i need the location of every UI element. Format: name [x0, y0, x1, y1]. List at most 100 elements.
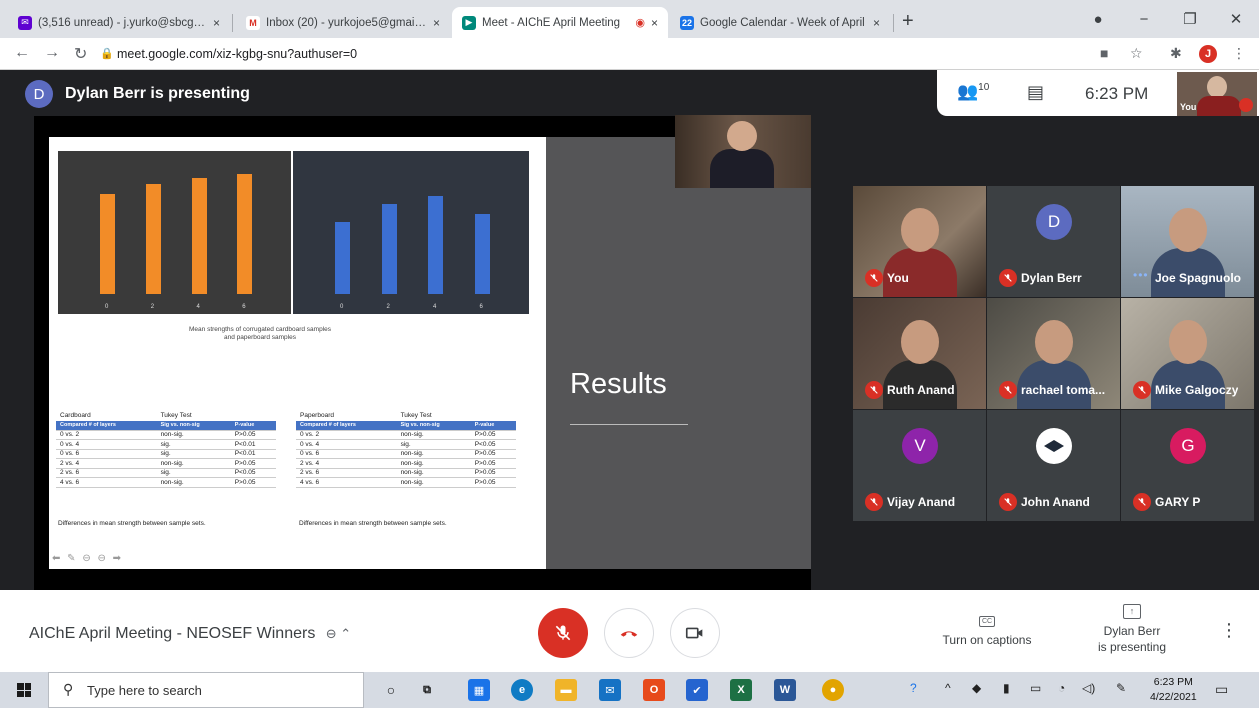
self-view-thumbnail[interactable]: You [1177, 72, 1257, 116]
captions-icon: CC [978, 616, 996, 627]
window-controls: ● − ❐ ✕ [1075, 0, 1259, 38]
slide-navigation-tools[interactable]: ⬅ ✎ ⊖ ⊖ ➡ [52, 553, 123, 564]
meeting-controls-bar: AIChE April Meeting - NEOSEF Winners ⊖ ⌃… [0, 590, 1259, 672]
tab-google-calendar[interactable]: 22 Google Calendar - Week of April × [670, 7, 890, 38]
chart-x-tick: 0 [340, 304, 344, 310]
participant-tile[interactable]: John Anand [987, 410, 1120, 521]
show-hidden-icons[interactable]: ^ [945, 681, 951, 695]
profile-avatar[interactable]: J [1199, 45, 1217, 63]
chart-bar [381, 203, 397, 294]
battery-tray-icon[interactable]: ▭ [1030, 681, 1041, 695]
muted-mic-icon [999, 381, 1017, 399]
table-header[interactable]: P-value [470, 420, 516, 431]
defender-tray-icon[interactable]: ◆ [972, 681, 981, 695]
participant-tile[interactable]: V Vijay Anand [853, 410, 986, 521]
close-window-button[interactable]: ✕ [1213, 10, 1259, 28]
edge-browser-icon[interactable]: e [511, 679, 533, 701]
url-field[interactable]: meet.google.com/xiz-kgbg-snu?authuser=0 [117, 47, 357, 61]
minimize-button[interactable]: − [1121, 11, 1167, 28]
more-options-icon[interactable]: ⋮ [1220, 620, 1238, 641]
people-button[interactable]: 👥10 [957, 82, 989, 102]
mail-app-icon[interactable]: ✉ [599, 679, 621, 701]
extensions-icon[interactable]: ✱ [1170, 45, 1182, 62]
participant-tile[interactable]: ••• Joe Spagnuolo [1121, 186, 1254, 297]
pen-tray-icon[interactable]: ✎ [1116, 681, 1126, 695]
browser-menu-icon[interactable]: ⋮ [1232, 45, 1246, 62]
participant-tile[interactable]: G GARY P [1121, 410, 1254, 521]
mic-tray-icon[interactable]: ▮ [1003, 681, 1010, 695]
word-icon[interactable]: W [774, 679, 796, 701]
table-cell: 0 vs. 4 [56, 439, 157, 450]
todo-icon[interactable]: ✔ [686, 679, 708, 701]
reload-icon[interactable]: ↻ [74, 44, 87, 64]
leave-call-button[interactable] [604, 608, 654, 658]
participant-tile[interactable]: Ruth Anand [853, 298, 986, 409]
volume-tray-icon[interactable]: ◁) [1082, 681, 1095, 695]
back-icon[interactable]: ← [14, 44, 30, 62]
participant-name: You [887, 271, 909, 285]
table-cell: non-sig. [156, 477, 231, 488]
table-row: 4 vs. 6 non-sig. P>0.05 [296, 477, 516, 488]
participant-tile[interactable]: You [853, 186, 986, 297]
close-tab-icon[interactable]: × [433, 16, 440, 30]
taskbar-clock[interactable]: 6:23 PM 4/22/2021 [1150, 675, 1197, 704]
forward-icon[interactable]: → [44, 44, 60, 62]
table-header[interactable]: Compared # of layers [56, 420, 157, 431]
table-header[interactable]: Sig vs. non-sig [396, 420, 471, 431]
participant-tile[interactable]: D Dylan Berr [987, 186, 1120, 297]
file-explorer-icon[interactable]: ▬ [555, 679, 577, 701]
tab-title: Google Calendar - Week of April [700, 16, 865, 29]
lock-icon[interactable]: 🔒 [100, 47, 114, 60]
participant-tile[interactable]: rachael toma... [987, 298, 1120, 409]
chat-icon[interactable]: ▤ [1027, 82, 1044, 103]
meeting-details[interactable]: AIChE April Meeting - NEOSEF Winners ⊖ ⌃ [29, 625, 351, 643]
windows-start-icon[interactable] [17, 683, 31, 697]
muted-mic-icon [1239, 98, 1253, 112]
table-row: 2 vs. 6 non-sig. P>0.05 [296, 468, 516, 478]
bookmark-star-icon[interactable]: ☆ [1130, 45, 1143, 62]
table-header[interactable]: P-value [230, 420, 276, 431]
taskbar-search-box[interactable]: ⚲ Type here to search [48, 672, 364, 708]
close-tab-icon[interactable]: × [873, 16, 880, 30]
participant-tile[interactable]: Mike Galgoczy [1121, 298, 1254, 409]
table-header[interactable]: Sig vs. non-sig [156, 420, 231, 431]
people-icon: 👥 [957, 82, 979, 101]
close-tab-icon[interactable]: × [213, 16, 220, 30]
wifi-tray-icon[interactable]: ◔ [1058, 681, 1065, 695]
participant-avatar: D [1036, 204, 1072, 240]
tab-meet[interactable]: ▶ Meet - AIChE April Meeting ◉ × [452, 7, 668, 38]
people-count: 10 [978, 82, 990, 94]
mic-toggle-button[interactable] [538, 608, 588, 658]
chrome-icon[interactable]: ● [822, 679, 844, 701]
notifications-icon[interactable]: ▭ [1215, 681, 1228, 698]
table-header[interactable]: Compared # of layers [296, 420, 397, 431]
participant-avatar: V [902, 428, 938, 464]
camera-indicator-icon[interactable]: ■ [1100, 45, 1108, 61]
tab-gmail[interactable]: M Inbox (20) - yurkojoe5@gmail.co × [236, 7, 450, 38]
table-cell: P>0.05 [470, 468, 516, 478]
table-cell: 2 vs. 6 [56, 468, 157, 478]
camera-toggle-button[interactable] [670, 608, 720, 658]
muted-mic-icon [1133, 381, 1151, 399]
office-icon[interactable]: O [643, 679, 665, 701]
search-icon: ⚲ [63, 681, 74, 697]
participant-name: GARY P [1155, 495, 1201, 509]
chart-x-tick: 6 [242, 304, 246, 310]
task-view-icon[interactable]: ⧉ [416, 679, 438, 701]
excel-icon[interactable]: X [730, 679, 752, 701]
tab-yahoo-mail[interactable]: ✉ (3,516 unread) - j.yurko@sbcglob × [8, 7, 230, 38]
new-tab-button[interactable]: + [902, 10, 914, 33]
table-cell: P>0.05 [230, 458, 276, 469]
presenting-line1: Dylan Berr [1103, 624, 1161, 638]
table-cell: sig. [396, 439, 471, 450]
calendar-app-icon[interactable]: ▦ [468, 679, 490, 701]
taskbar-search-placeholder: Type here to search [87, 683, 202, 698]
captions-button[interactable]: CC Turn on captions [938, 612, 1036, 647]
cortana-icon[interactable]: ○ [380, 679, 402, 701]
table-cell: P<0.01 [230, 449, 276, 459]
close-tab-icon[interactable]: × [651, 16, 658, 30]
presentation-status-button[interactable]: ↑ Dylan Berr is presenting [1083, 602, 1181, 655]
table-cell: non-sig. [396, 458, 471, 469]
help-tray-icon[interactable]: ? [910, 681, 917, 695]
restore-button[interactable]: ❐ [1167, 10, 1213, 28]
